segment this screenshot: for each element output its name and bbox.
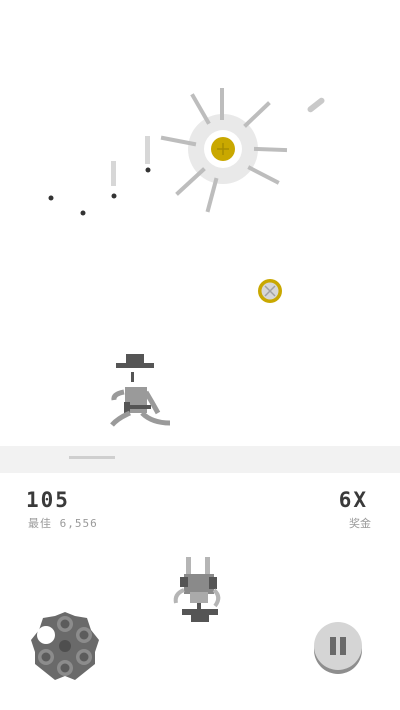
ground-marker [69,456,115,459]
trail-dot [111,193,117,199]
best-score-label: 最佳 6,556 [28,517,98,530]
revolver-cylinder-icon [31,612,99,680]
debris-fragment [307,97,325,113]
trail-dot [48,195,54,201]
cowboy-runner [110,354,171,427]
game-canvas [0,88,400,622]
coin-burst [160,88,288,213]
cowboy-hat-crown [126,354,144,365]
score-value: 105 [26,488,70,512]
multiplier-value: 6X [338,488,368,512]
trail-dot [80,210,86,216]
bullet-trail [48,167,151,216]
trail-dot [145,167,151,173]
enemy-figure [173,557,221,622]
pause-button[interactable] [313,621,363,675]
revolver-button[interactable] [29,610,101,682]
coin-icon [258,279,282,303]
bullet-streak [145,136,150,164]
bullet-streak [111,161,116,186]
bonus-label: 奖金 [349,517,371,530]
bullet-streaks [111,136,150,186]
ground-strip [0,446,400,473]
